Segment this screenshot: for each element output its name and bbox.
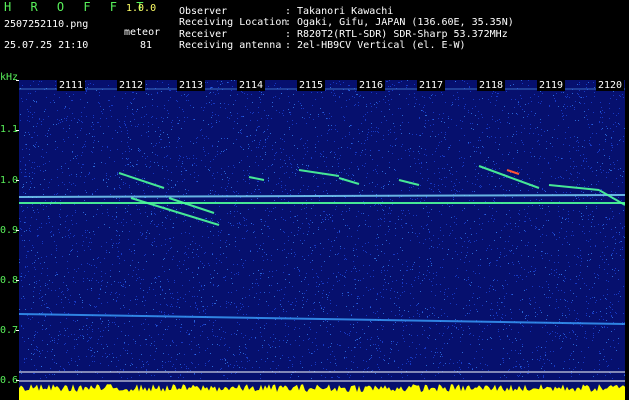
minute-label: 2116	[357, 80, 386, 91]
location-value: Ogaki, Gifu, JAPAN (136.60E, 35.35N)	[297, 17, 514, 28]
meteor-count: 81	[140, 40, 153, 51]
minute-label: 2114	[237, 80, 266, 91]
date-time: 25.07.25 21:10	[4, 40, 89, 51]
observer-colon: :	[285, 6, 292, 17]
minute-label: 2111	[57, 80, 86, 91]
app-version: 1.0.0	[126, 3, 157, 14]
antenna-key: Receiving antenna	[179, 40, 282, 51]
spectrogram-plot	[19, 80, 625, 400]
receiver-key: Receiver	[179, 29, 228, 40]
location-key: Receiving Location	[179, 17, 288, 28]
antenna-colon: :	[285, 40, 292, 51]
mode-label: meteor	[124, 27, 161, 38]
y-axis-unit: kHz	[0, 72, 19, 83]
spectrogram-panel	[19, 80, 625, 400]
observer-value: Takanori Kawachi	[297, 6, 394, 17]
minute-label: 2119	[537, 80, 566, 91]
minute-label: 2115	[297, 80, 326, 91]
receiver-colon: :	[285, 29, 292, 40]
minute-label: 2112	[117, 80, 146, 91]
minute-label: 2117	[417, 80, 446, 91]
file-name: 2507252110.png	[4, 19, 89, 30]
minute-label: 2118	[477, 80, 506, 91]
spectrogram-background	[19, 80, 625, 400]
minute-label: 2120	[596, 80, 625, 91]
observer-key: Observer	[179, 6, 228, 17]
receiver-value: R820T2(RTL-SDR) SDR-Sharp 53.372MHz	[297, 29, 508, 40]
location-colon: :	[285, 17, 292, 28]
antenna-value: 2el-HB9CV Vertical (el. E-W)	[297, 40, 466, 51]
minute-label: 2113	[177, 80, 206, 91]
